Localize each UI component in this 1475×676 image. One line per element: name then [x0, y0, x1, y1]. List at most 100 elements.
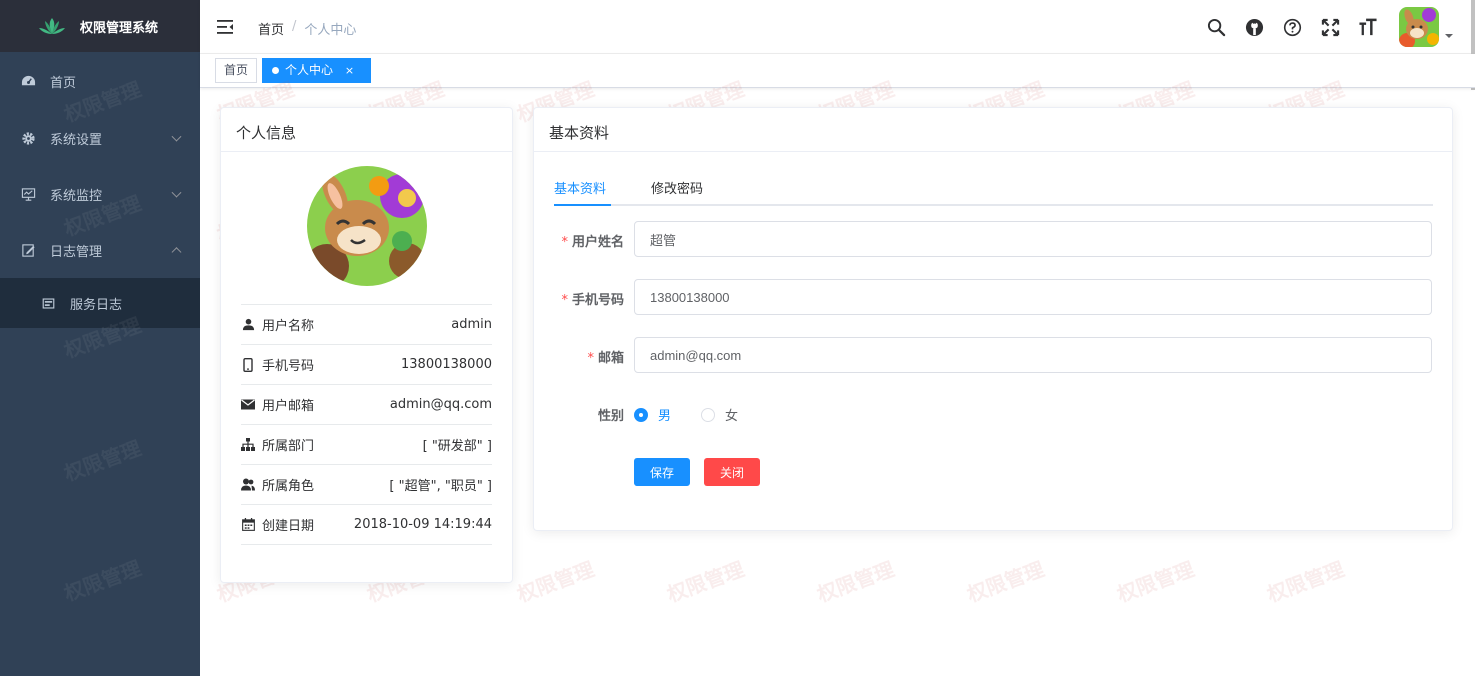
basic-info-card: 基本资料 基本资料 修改密码 *用户姓名 *手机号码 *邮箱 性别 男 女 保存 — [533, 107, 1453, 531]
chevron-up-icon — [171, 247, 182, 258]
tag-home[interactable]: 首页 — [215, 58, 258, 83]
tag-profile[interactable]: 个人中心 × — [262, 58, 372, 83]
sidebar-item-monitor[interactable]: 系统监控 — [0, 166, 200, 222]
list-item: 创建日期 2018-10-09 14:19:44 — [241, 505, 492, 545]
logo-icon — [39, 18, 65, 34]
save-button[interactable]: 保存 — [634, 458, 690, 486]
watermark: 权限管理 — [963, 556, 1048, 607]
question-icon[interactable] — [1282, 17, 1302, 37]
watermark: 权限管理 — [813, 556, 898, 607]
tabs: 基本资料 修改密码 — [554, 166, 1433, 206]
info-label: 所属角色 — [262, 479, 315, 494]
navbar: 首页 / 个人中心 — [200, 0, 1475, 90]
right-menu — [1197, 0, 1475, 54]
tags-view: 首页 个人中心 × — [200, 54, 1475, 88]
sidebar-item-system[interactable]: 系统设置 — [0, 110, 200, 166]
search-icon[interactable] — [1206, 17, 1226, 37]
info-label: 用户名称 — [262, 319, 315, 334]
fullscreen-icon[interactable] — [1320, 17, 1340, 37]
watermark: 权限管理 — [513, 556, 598, 607]
sidebar-item-log[interactable]: 日志管理 — [0, 222, 200, 278]
peoples-icon — [241, 478, 255, 492]
phone-label: * 手机号码 — [561, 293, 624, 308]
tab-basic-info[interactable]: 基本资料 — [554, 178, 606, 197]
logo-title: 权限管理系统 — [80, 20, 159, 36]
sidebar-item-label: 系统监控 — [50, 188, 103, 204]
hamburger-icon[interactable] — [216, 18, 234, 36]
dashboard-icon — [20, 73, 36, 89]
breadcrumb-separator: / — [292, 19, 297, 34]
gear-icon — [20, 130, 36, 146]
basic-info-title: 基本资料 — [534, 108, 1452, 152]
watermark: 权限管理 — [1263, 556, 1348, 607]
form-row-nickname: * 用户姓名 — [534, 221, 1454, 257]
close-icon[interactable]: × — [345, 64, 354, 77]
required-mark: * — [587, 351, 594, 366]
font-size-icon[interactable] — [1358, 17, 1378, 37]
info-value: admin — [451, 317, 492, 332]
list-item: 所属角色 [ "超管", "职员" ] — [241, 465, 492, 505]
list-item: 手机号码 13800138000 — [241, 345, 492, 385]
radio-circle[interactable] — [634, 407, 648, 422]
nickname-input[interactable] — [634, 221, 1432, 257]
radio-label: 男 — [658, 409, 672, 424]
sidebar: 权限管理系统 首页 系统设置 系统监控 日志管理 服务日志 权限管理 权限管理 … — [0, 0, 200, 676]
user-icon — [241, 318, 255, 332]
sidebar-item-label: 首页 — [50, 75, 77, 91]
info-label: 用户邮箱 — [262, 399, 315, 414]
gender-radio-group: 男 女 — [634, 405, 768, 424]
radio-female[interactable]: 女 — [701, 405, 738, 424]
radio-male[interactable]: 男 — [634, 405, 671, 424]
info-value: admin@qq.com — [389, 397, 492, 412]
info-value: 2018-10-09 14:19:44 — [353, 517, 492, 532]
watermark: 权限管理 — [1113, 556, 1198, 607]
info-label: 所属部门 — [262, 439, 315, 454]
logo[interactable]: 权限管理系统 — [0, 0, 200, 52]
email-icon — [241, 398, 255, 412]
email-input[interactable] — [634, 337, 1432, 373]
radio-label: 女 — [725, 409, 739, 424]
close-button[interactable]: 关闭 — [704, 458, 760, 486]
chevron-down-icon — [171, 131, 182, 142]
info-value: 13800138000 — [401, 357, 492, 372]
log-icon — [40, 295, 56, 311]
list-item: 用户邮箱 admin@qq.com — [241, 385, 492, 425]
form-row-gender: 性别 男 女 — [534, 395, 1454, 431]
watermark: 权限管理 — [60, 555, 145, 606]
breadcrumb-home[interactable]: 首页 — [258, 19, 284, 38]
profile-card-title: 个人信息 — [221, 108, 512, 152]
form-row-phone: * 手机号码 — [534, 279, 1454, 315]
sidebar-item-label: 日志管理 — [50, 244, 103, 260]
profile-avatar[interactable] — [306, 166, 427, 286]
sidebar-item-service-log[interactable]: 服务日志 — [0, 278, 200, 328]
info-label: 创建日期 — [262, 519, 315, 534]
sidebar-item-label: 系统设置 — [50, 132, 103, 148]
radio-circle[interactable] — [701, 407, 716, 422]
github-icon[interactable] — [1244, 17, 1264, 37]
submenu-log: 服务日志 — [0, 278, 200, 328]
sidebar-item-home[interactable]: 首页 — [0, 52, 200, 110]
tab-active-bar — [554, 204, 611, 206]
profile-info-list: 用户名称 admin 手机号码 13800138000 用户邮箱 admin@q… — [241, 304, 492, 545]
breadcrumb-current: 个人中心 — [304, 23, 357, 38]
tab-change-password[interactable]: 修改密码 — [651, 178, 703, 197]
tree-icon — [241, 438, 255, 452]
user-avatar[interactable] — [1399, 7, 1439, 47]
phone-input[interactable] — [634, 279, 1432, 315]
nickname-label: * 用户姓名 — [561, 235, 624, 250]
list-item: 所属部门 [ "研发部" ] — [241, 425, 492, 465]
edit-icon — [20, 242, 36, 258]
watermark: 权限管理 — [663, 556, 748, 607]
form-row-actions: 保存 关闭 — [534, 458, 1454, 494]
info-label: 手机号码 — [262, 359, 315, 374]
chevron-down-icon — [171, 187, 182, 198]
monitor-icon — [20, 186, 36, 202]
breadcrumb: 首页 / 个人中心 — [258, 19, 356, 38]
watermark: 权限管理 — [60, 435, 145, 486]
gender-label: 性别 — [597, 409, 624, 424]
list-item: 用户名称 admin — [241, 305, 492, 345]
caret-down-icon[interactable] — [1445, 34, 1453, 38]
email-label: * 邮箱 — [587, 351, 624, 366]
profile-card: 个人信息 用户名称 admin 手机号码 13800138000 用户邮箱 ad… — [220, 107, 513, 583]
sidebar-item-label: 服务日志 — [70, 297, 123, 313]
